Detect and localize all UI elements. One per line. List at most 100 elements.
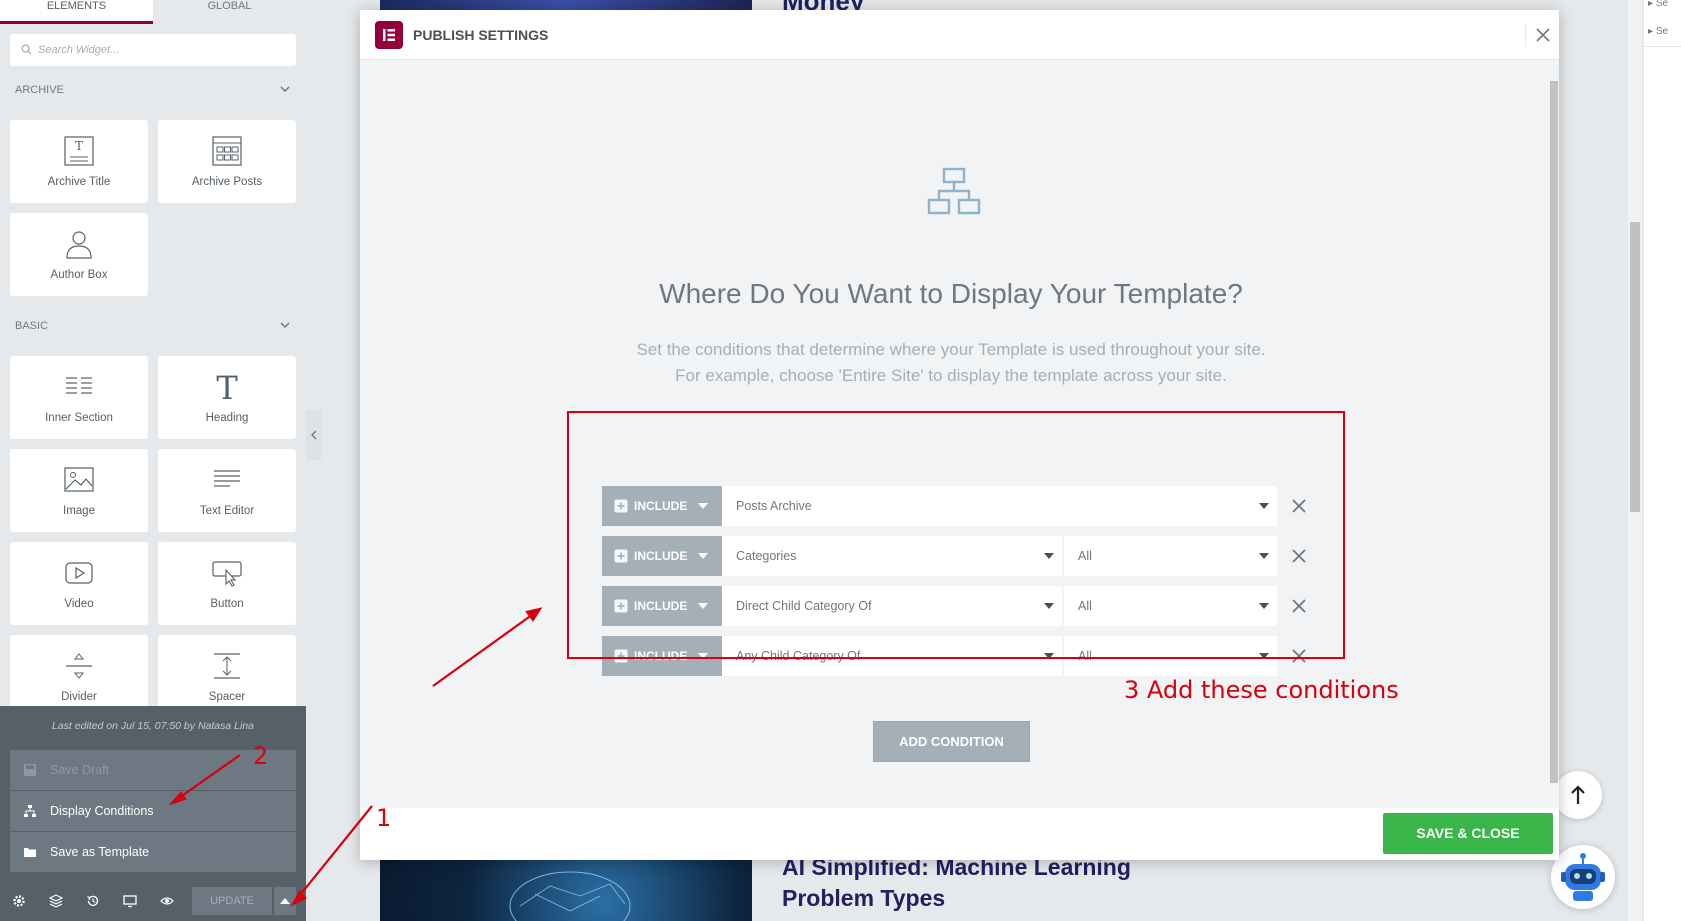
page-scrollbar[interactable] xyxy=(1628,0,1642,921)
navigator-item[interactable]: ▸ Se xyxy=(1648,26,1668,37)
post-thumbnail-brain xyxy=(380,858,752,921)
menu-item-label: Save Draft xyxy=(50,763,110,777)
widget-heading[interactable]: T Heading xyxy=(158,356,296,439)
annotation-step-2: 2 xyxy=(253,742,269,770)
tab-elements[interactable]: Elements xyxy=(0,0,153,24)
widget-text-editor[interactable]: Text Editor xyxy=(158,449,296,532)
widget-label: Author Box xyxy=(50,269,108,281)
menu-item-label: Save as Template xyxy=(50,845,150,859)
panel-footer: Update xyxy=(0,881,306,921)
widget-label: Inner Section xyxy=(45,412,113,424)
description-line-1: Set the conditions that determine where … xyxy=(636,340,1266,359)
svg-text:T: T xyxy=(75,139,83,153)
sitemap-hero-icon xyxy=(927,167,981,215)
modal-scrollbar[interactable] xyxy=(1547,65,1559,805)
caret-right-icon: ▸ xyxy=(1648,26,1656,37)
last-edited-text: Last edited on Jul 15, 07:50 by Natasa L… xyxy=(52,720,254,732)
widget-label: Heading xyxy=(205,412,249,424)
annotation-highlight-box xyxy=(567,411,1345,659)
tab-global[interactable]: Global xyxy=(153,0,306,24)
sitemap-icon xyxy=(24,805,36,817)
save-as-template-menu-item[interactable]: Save as Template xyxy=(10,832,296,872)
widget-label: Spacer xyxy=(208,691,246,703)
menu-item-label: Display Conditions xyxy=(50,804,154,818)
navigator-layers-icon[interactable] xyxy=(49,894,63,908)
settings-gear-icon[interactable] xyxy=(12,894,26,908)
archive-title-icon: T xyxy=(64,136,94,166)
panel-collapse-handle[interactable] xyxy=(306,410,322,460)
button-icon xyxy=(212,561,242,587)
post-title-ai[interactable]: AI Simplified: Machine Learning Problem … xyxy=(782,852,1202,914)
add-condition-button[interactable]: Add Condition xyxy=(873,721,1030,762)
save-icon xyxy=(24,764,36,776)
heading-icon: T xyxy=(216,370,238,404)
update-button[interactable]: Update xyxy=(192,887,272,915)
panel-tabs: Elements Global xyxy=(0,0,306,24)
inner-section-icon xyxy=(66,377,92,394)
image-icon xyxy=(64,467,94,492)
search-widget-input[interactable]: Search Widget... xyxy=(10,34,296,66)
modal-footer: Save & Close xyxy=(360,808,1559,860)
modal-title: Publish Settings xyxy=(413,27,549,43)
category-basic-label: Basic xyxy=(15,320,49,332)
save-and-close-button[interactable]: Save & Close xyxy=(1383,813,1553,854)
widget-archive-title[interactable]: T Archive Title xyxy=(10,120,148,203)
close-icon xyxy=(1536,28,1550,42)
annotation-step-3: 3 Add these conditions xyxy=(1124,676,1399,704)
display-template-heading: Where Do You Want to Display Your Templa… xyxy=(659,278,1243,309)
annotation-step-1: 1 xyxy=(376,804,392,832)
caret-up-icon xyxy=(280,898,290,904)
display-conditions-menu-item[interactable]: Display Conditions xyxy=(10,791,296,831)
category-basic[interactable]: Basic xyxy=(15,320,291,332)
chevron-down-icon xyxy=(280,322,290,329)
spacer-icon xyxy=(214,653,240,679)
navigator-item[interactable]: ▸ Se xyxy=(1648,0,1668,9)
history-icon[interactable] xyxy=(86,894,100,908)
category-archive-label: Archive xyxy=(15,84,64,96)
navigator-item-label: Se xyxy=(1655,26,1669,37)
widget-author-box[interactable]: Author Box xyxy=(10,213,148,296)
svg-text:T: T xyxy=(216,370,238,404)
widget-image[interactable]: Image xyxy=(10,449,148,532)
description-line-2: For example, choose 'Entire Site' to dis… xyxy=(675,366,1227,385)
robot-icon xyxy=(1561,853,1605,901)
widget-label: Divider xyxy=(61,691,97,703)
folder-icon xyxy=(24,848,36,857)
widget-label: Button xyxy=(210,598,244,610)
navigator-strip: ▸ Se ▸ Se xyxy=(1643,0,1681,921)
elementor-logo-icon xyxy=(375,21,403,49)
widget-archive-posts[interactable]: Archive Posts xyxy=(158,120,296,203)
widget-button[interactable]: Button xyxy=(158,542,296,625)
chevron-left-icon xyxy=(311,430,317,440)
widget-label: Archive Title xyxy=(47,176,111,188)
publish-options-menu: Last edited on Jul 15, 07:50 by Natasa L… xyxy=(0,706,306,886)
text-editor-icon xyxy=(214,470,240,487)
chevron-down-icon xyxy=(280,86,290,93)
arrow-up-icon xyxy=(1571,785,1585,804)
widget-inner-section[interactable]: Inner Section xyxy=(10,356,148,439)
search-icon xyxy=(21,44,32,55)
modal-header: Publish Settings xyxy=(360,10,1559,60)
widget-label: Archive Posts xyxy=(191,176,263,188)
navigator-divider xyxy=(1644,46,1681,47)
navigator-item-label: Se xyxy=(1655,0,1669,9)
page-scrollbar-thumb[interactable] xyxy=(1630,222,1640,512)
modal-scrollbar-thumb[interactable] xyxy=(1550,81,1558,783)
search-placeholder: Search Widget... xyxy=(38,44,120,56)
close-button[interactable] xyxy=(1525,24,1550,46)
category-archive[interactable]: Archive xyxy=(15,84,291,96)
brain-network-image xyxy=(509,871,631,921)
author-box-icon xyxy=(66,231,92,259)
responsive-desktop-icon[interactable] xyxy=(123,894,137,908)
save-options-toggle[interactable] xyxy=(274,887,296,915)
widget-video[interactable]: Video xyxy=(10,542,148,625)
scroll-to-top-button[interactable] xyxy=(1554,771,1602,819)
conditions-description: Set the conditions that determine where … xyxy=(360,337,1542,389)
preview-eye-icon[interactable] xyxy=(160,894,174,908)
elementor-logo-glyph xyxy=(383,29,395,41)
chatbot-launcher[interactable] xyxy=(1551,845,1615,909)
widget-panel: Elements Global Search Widget... Archive… xyxy=(0,0,306,921)
widget-label: Text Editor xyxy=(199,505,255,517)
divider-icon xyxy=(66,653,92,679)
widget-label: Image xyxy=(63,505,95,517)
